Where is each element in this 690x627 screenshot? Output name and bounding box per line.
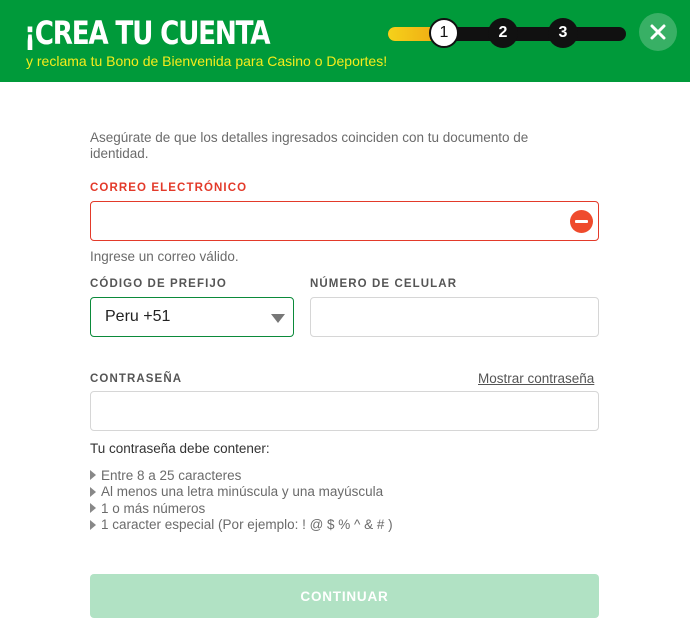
password-rules-title: Tu contraseña debe contener: — [90, 441, 270, 456]
password-rule: 1 caracter especial (Por ejemplo: ! @ $ … — [90, 517, 393, 534]
close-button[interactable] — [639, 13, 677, 51]
password-rule: 1 o más números — [90, 500, 393, 517]
rule-text: Entre 8 a 25 caracteres — [101, 467, 242, 483]
show-password-link[interactable]: Mostrar contraseña — [478, 371, 594, 386]
page-title: ¡CREA TU CUENTA — [24, 14, 271, 52]
password-field[interactable] — [91, 392, 598, 430]
continue-button[interactable]: CONTINUAR — [90, 574, 599, 618]
email-error-message: Ingrese un correo válido. — [90, 249, 239, 264]
chevron-down-icon — [271, 314, 285, 323]
rule-text: 1 o más números — [101, 500, 206, 516]
header: ¡CREA TU CUENTA y reclama tu Bono de Bie… — [0, 0, 690, 82]
caret-right-icon — [90, 486, 96, 497]
rule-text: Al menos una letra minúscula y una mayús… — [101, 484, 384, 500]
prefix-label: CÓDIGO DE PREFIJO — [90, 278, 227, 290]
prefix-select[interactable]: Peru +51 — [90, 297, 294, 337]
caret-right-icon — [90, 503, 96, 514]
password-rules-list: Entre 8 a 25 caracteres Al menos una let… — [90, 467, 393, 533]
step-2-indicator: 2 — [488, 18, 518, 48]
prefix-selected-value: Peru +51 — [105, 308, 171, 325]
email-label: CORREO ELECTRÓNICO — [90, 182, 248, 194]
email-field-wrapper — [90, 201, 599, 241]
step-3-indicator: 3 — [548, 18, 578, 48]
page-subtitle: y reclama tu Bono de Bienvenida para Cas… — [26, 53, 388, 69]
password-field-wrapper — [90, 391, 599, 431]
rule-text: 1 caracter especial (Por ejemplo: ! @ $ … — [101, 517, 393, 533]
close-icon — [650, 24, 666, 40]
password-rule: Al menos una letra minúscula y una mayús… — [90, 484, 393, 501]
caret-right-icon — [90, 519, 96, 530]
minus-circle-icon — [570, 210, 593, 233]
intro-text: Asegúrate de que los detalles ingresados… — [90, 130, 529, 161]
password-rule: Entre 8 a 25 caracteres — [90, 467, 393, 484]
email-field[interactable] — [91, 202, 598, 240]
phone-field-wrapper — [310, 297, 599, 337]
phone-field[interactable] — [311, 298, 598, 336]
phone-label: NÚMERO DE CELULAR — [310, 278, 458, 290]
caret-right-icon — [90, 470, 96, 481]
password-label: CONTRASEÑA — [90, 373, 183, 385]
step-1-indicator: 1 — [429, 18, 459, 48]
